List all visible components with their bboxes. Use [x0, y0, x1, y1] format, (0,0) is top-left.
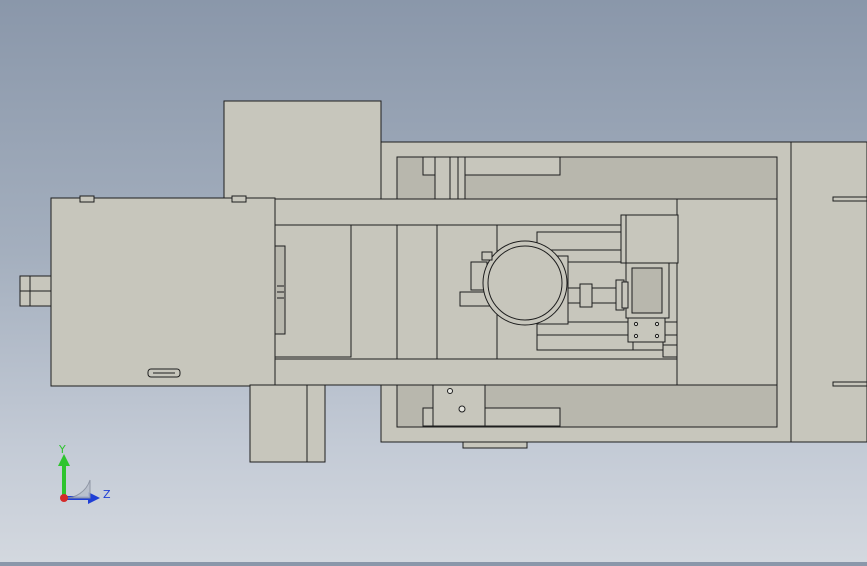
frame-end-rib-bottom — [832, 381, 867, 387]
axis-triad: Y Z — [58, 443, 111, 504]
wheel-inner — [487, 245, 563, 321]
coupling-window — [274, 224, 352, 358]
left-housing — [50, 197, 276, 387]
housing-clip-1 — [79, 195, 95, 203]
motor-housing — [620, 214, 679, 264]
top-cover-box — [223, 100, 382, 200]
frame-end-plate — [790, 141, 867, 443]
lower-block — [249, 384, 326, 463]
triad-z-label: Z — [103, 488, 111, 501]
housing-clip-2 — [231, 195, 247, 203]
triad-y-label: Y — [58, 443, 66, 456]
carriage-end-block — [676, 198, 778, 386]
machine-assembly — [19, 100, 867, 463]
triad-x-axis — [60, 494, 68, 502]
frame-end-rib-top — [832, 196, 867, 202]
bottom-post — [432, 384, 486, 427]
cad-viewport[interactable]: Y Z — [0, 0, 867, 562]
coupling — [274, 245, 286, 335]
bottom-tab — [462, 441, 528, 449]
motor-flange — [627, 317, 666, 343]
